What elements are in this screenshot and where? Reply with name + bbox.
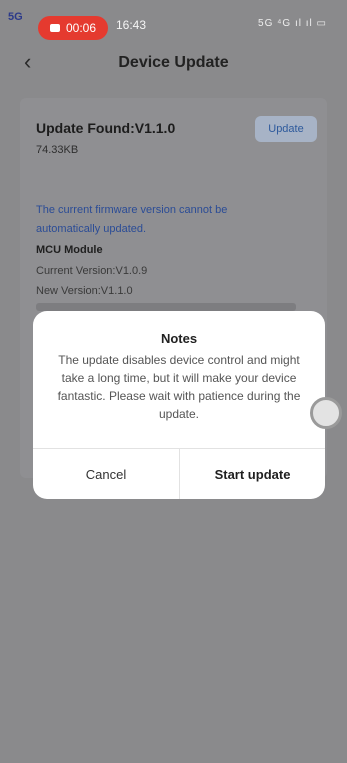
cancel-button[interactable]: Cancel bbox=[33, 449, 179, 499]
clock: 16:43 bbox=[116, 18, 147, 32]
start-update-button[interactable]: Start update bbox=[180, 449, 325, 499]
notes-dialog: Notes The update disables device control… bbox=[33, 311, 325, 499]
recording-time: 00:06 bbox=[65, 21, 97, 35]
new-version: New Version:V1.1.0 bbox=[36, 285, 133, 297]
carrier-label: 5G bbox=[8, 11, 23, 23]
dialog-title: Notes bbox=[160, 331, 198, 346]
update-found-title: Update Found:V1.1.0 bbox=[36, 120, 176, 136]
system-status-icons: 5G ⁴G ıl ıl ▭ bbox=[258, 18, 327, 29]
record-icon bbox=[49, 24, 60, 32]
screen-recording-pill[interactable]: 00:06 bbox=[38, 16, 108, 40]
assistive-touch-icon[interactable] bbox=[310, 397, 342, 429]
update-size: 74.33KB bbox=[36, 144, 79, 156]
firmware-warning: The current firmware version cannot be a… bbox=[36, 204, 228, 235]
header: ‹ Device Update bbox=[0, 40, 347, 88]
dialog-message: The update disables device control and m… bbox=[57, 353, 301, 421]
module-name: MCU Module bbox=[36, 244, 103, 256]
update-button[interactable]: Update bbox=[255, 116, 317, 142]
status-bar: 5G 00:06 16:43 5G ⁴G ıl ıl ▭ bbox=[0, 0, 347, 40]
current-version: Current Version:V1.0.9 bbox=[36, 265, 148, 277]
page-title: Device Update bbox=[118, 54, 229, 71]
obscured-text-line bbox=[36, 303, 296, 311]
